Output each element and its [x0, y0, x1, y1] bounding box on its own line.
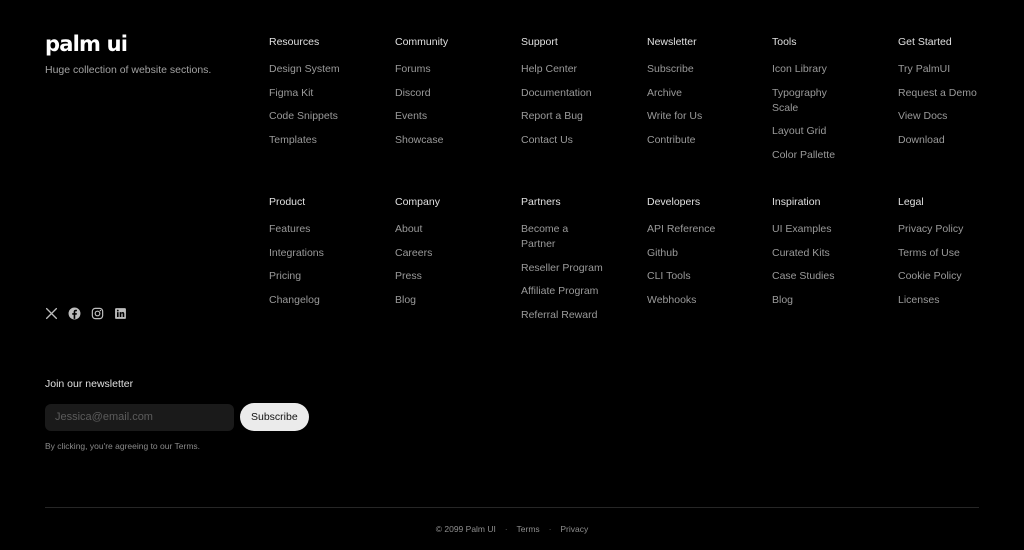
footer-link[interactable]: Subscribe	[647, 62, 767, 77]
footer-link[interactable]: Forums	[395, 62, 515, 77]
footer-link[interactable]: Help Center	[521, 62, 641, 77]
brand: palm ui Huge collection of website secti…	[45, 32, 211, 76]
newsletter-form: Subscribe	[45, 403, 309, 431]
logo[interactable]: palm ui	[45, 32, 211, 56]
column-title: Get Started	[898, 36, 952, 48]
newsletter-signup: Join our newsletter Subscribe By clickin…	[45, 378, 309, 451]
footer-link[interactable]: Become a Partner	[521, 222, 593, 252]
footer-link[interactable]: Download	[898, 133, 1018, 148]
tagline: Huge collection of website sections.	[45, 64, 212, 76]
separator-dot: ·	[548, 524, 552, 534]
footer-link[interactable]: Github	[647, 246, 767, 261]
footer-divider	[45, 507, 979, 508]
footer-link[interactable]: Licenses	[898, 293, 1018, 308]
footer-link[interactable]: Write for Us	[647, 109, 767, 124]
column-title: Resources	[269, 36, 320, 48]
footer-link[interactable]: Blog	[772, 293, 892, 308]
separator-dot: ·	[504, 524, 508, 534]
footer-link[interactable]: Code Snippets	[269, 109, 389, 124]
footer-link[interactable]: Icon Library	[772, 62, 892, 77]
footer-link[interactable]: Request a Demo	[898, 86, 1018, 101]
footer-column-partners: Partners Become a Partner Reseller Progr…	[521, 195, 641, 331]
column-title: Community	[395, 36, 449, 48]
footer-link[interactable]: Templates	[269, 133, 389, 148]
footer-column-get-started: Get Started Try PalmUI Request a Demo Vi…	[898, 35, 1018, 156]
footer-link[interactable]: Try PalmUI	[898, 62, 1018, 77]
footer-column-inspiration: Inspiration UI Examples Curated Kits Cas…	[772, 195, 892, 316]
footer-link[interactable]: Discord	[395, 86, 515, 101]
x-icon[interactable]	[45, 307, 58, 320]
column-title: Newsletter	[647, 36, 697, 48]
email-input[interactable]	[45, 403, 234, 431]
footer-column-product: Product Features Integrations Pricing Ch…	[269, 195, 389, 316]
footer-link[interactable]: About	[395, 222, 515, 237]
subscribe-button[interactable]: Subscribe	[240, 403, 309, 431]
footer-link[interactable]: Typography Scale	[772, 86, 844, 116]
footer-link[interactable]: Changelog	[269, 293, 389, 308]
footer-column-tools: Tools Icon Library Typography Scale Layo…	[772, 35, 892, 171]
footer-link[interactable]: Showcase	[395, 133, 515, 148]
footer-column-newsletter: Newsletter Subscribe Archive Write for U…	[647, 35, 767, 156]
facebook-icon[interactable]	[68, 307, 81, 320]
column-title: Support	[521, 36, 558, 48]
footer-column-company: Company About Careers Press Blog	[395, 195, 515, 316]
footer-link[interactable]: Features	[269, 222, 389, 237]
footer-link[interactable]: Privacy Policy	[898, 222, 1018, 237]
footer-link[interactable]: Curated Kits	[772, 246, 892, 261]
column-title: Developers	[647, 196, 701, 208]
footer-link[interactable]: Pricing	[269, 269, 389, 284]
footer-link[interactable]: View Docs	[898, 109, 1018, 124]
instagram-icon[interactable]	[91, 307, 104, 320]
footer-link[interactable]: API Reference	[647, 222, 767, 237]
footer-link[interactable]: Press	[395, 269, 515, 284]
footer-column-developers: Developers API Reference Github CLI Tool…	[647, 195, 767, 316]
footer-link[interactable]: Reseller Program	[521, 261, 641, 276]
footer-column-legal: Legal Privacy Policy Terms of Use Cookie…	[898, 195, 1018, 316]
terms-link[interactable]: Terms	[517, 524, 540, 534]
footer-link[interactable]: Affiliate Program	[521, 284, 641, 299]
footer-column-support: Support Help Center Documentation Report…	[521, 35, 641, 156]
footer-link[interactable]: Referral Reward	[521, 308, 641, 323]
footer-link[interactable]: Webhooks	[647, 293, 767, 308]
column-title: Inspiration	[772, 196, 821, 208]
linkedin-icon[interactable]	[114, 307, 127, 320]
footer-link[interactable]: Terms of Use	[898, 246, 1018, 261]
column-title: Tools	[772, 36, 797, 48]
footer-link[interactable]: Events	[395, 109, 515, 124]
footer-link[interactable]: Contribute	[647, 133, 767, 148]
footer-bottom-bar: © 2099 Palm UI · Terms · Privacy	[0, 524, 1024, 534]
footer-link[interactable]: Report a Bug	[521, 109, 641, 124]
footer-link[interactable]: Integrations	[269, 246, 389, 261]
footer-link[interactable]: Archive	[647, 86, 767, 101]
footer-column-resources: Resources Design System Figma Kit Code S…	[269, 35, 389, 156]
footer-link[interactable]: Figma Kit	[269, 86, 389, 101]
column-title: Product	[269, 196, 306, 208]
footer-link[interactable]: Careers	[395, 246, 515, 261]
footer-link[interactable]: Design System	[269, 62, 389, 77]
footer-link[interactable]: Documentation	[521, 86, 641, 101]
social-links	[45, 307, 127, 320]
footer-link[interactable]: Layout Grid	[772, 124, 892, 139]
column-title: Partners	[521, 196, 561, 208]
footer-link[interactable]: Blog	[395, 293, 515, 308]
column-title: Legal	[898, 196, 924, 208]
terms-note: By clicking, you're agreeing to our Term…	[45, 441, 201, 451]
footer-link[interactable]: Cookie Policy	[898, 269, 1018, 284]
copyright: © 2099 Palm UI	[435, 524, 496, 534]
footer-link[interactable]: Color Pallette	[772, 148, 892, 163]
footer-link[interactable]: CLI Tools	[647, 269, 767, 284]
footer-link[interactable]: Contact Us	[521, 133, 641, 148]
privacy-link[interactable]: Privacy	[560, 524, 588, 534]
footer-link[interactable]: Case Studies	[772, 269, 892, 284]
footer-link[interactable]: UI Examples	[772, 222, 892, 237]
column-title: Company	[395, 196, 440, 208]
footer-page: palm ui Huge collection of website secti…	[0, 0, 1024, 550]
newsletter-title: Join our newsletter	[45, 378, 134, 390]
footer-column-community: Community Forums Discord Events Showcase	[395, 35, 515, 156]
